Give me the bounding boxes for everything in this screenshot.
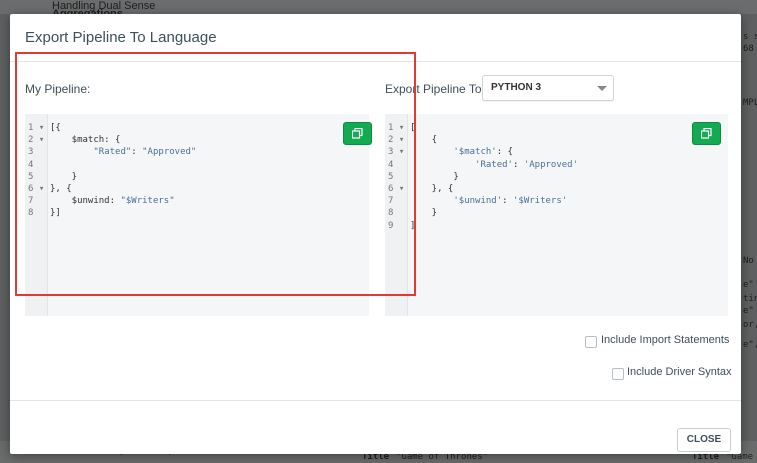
background-fragment: MPL <box>743 98 757 108</box>
background-fragment: tin <box>743 294 757 304</box>
background-fragment: s s <box>743 32 757 42</box>
export-code-line: 'Rated': 'Approved' <box>475 159 578 170</box>
export-output-editor[interactable]: 1 ▾[2 ▾ {3 ▾ '$match': {4 'Rated': 'Appr… <box>385 114 728 316</box>
background-fragment: No <box>743 256 754 266</box>
background-fragment: or, <box>743 320 757 330</box>
background-fragment: e" <box>743 306 754 316</box>
copy-icon <box>701 128 712 139</box>
export-code-line: }, { <box>410 184 454 194</box>
background-fragment: e", <box>743 340 757 350</box>
language-select-value: PYTHON 3 <box>491 82 542 93</box>
footer-divider <box>10 400 741 401</box>
highlight-annotation-box <box>15 52 416 296</box>
export-code-line: '$match': { <box>453 147 513 158</box>
language-select[interactable]: PYTHON 3 <box>482 75 614 101</box>
include-driver-checkbox[interactable] <box>612 368 624 380</box>
export-code-line: } <box>410 171 459 182</box>
include-driver-label: Include Driver Syntax <box>627 366 732 378</box>
include-import-checkbox[interactable] <box>585 336 597 348</box>
copy-export-button[interactable] <box>692 122 721 145</box>
include-import-label: Include Import Statements <box>601 334 730 346</box>
modal-title: Export Pipeline To Language <box>25 29 217 46</box>
chevron-down-icon <box>597 86 607 91</box>
background-fragment: e" <box>743 280 754 290</box>
background-fragment: 68 <box>743 44 754 54</box>
export-code-line: '$unwind': '$Writers' <box>453 196 568 207</box>
close-button[interactable]: CLOSE <box>677 428 731 452</box>
